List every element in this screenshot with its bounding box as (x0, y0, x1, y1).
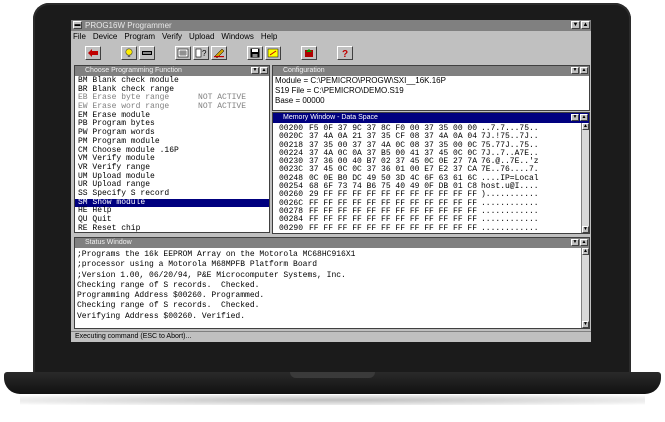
scroll-down-icon[interactable]: ▼ (582, 226, 589, 233)
device-icon[interactable] (139, 46, 155, 60)
memory-address: 00290 (279, 223, 304, 233)
menu-file[interactable]: File (73, 32, 86, 41)
maximize-icon[interactable]: ▲ (580, 114, 588, 121)
svg-text:?: ? (342, 49, 348, 58)
config-base-line: Base = 00000 (275, 96, 325, 105)
memory-window: Memory Window - Data Space ▼ ▲ 00200 F5 0… (272, 112, 590, 234)
status-window-title-text: Status Window (85, 239, 132, 246)
memory-scrollbar[interactable]: ▲ ▼ (581, 123, 589, 233)
menu-device[interactable]: Device (93, 32, 117, 41)
status-line: ;Programs the 16k EEPROM Array on the Mo… (77, 250, 356, 259)
maximize-icon[interactable]: ▲ (580, 239, 588, 246)
laptop-shadow (20, 395, 645, 405)
memory-dump: 00200 F5 0F 37 9C 37 8C F0 00 37 35 00 00… (273, 123, 589, 233)
memory-window-title: Memory Window - Data Space ▼ ▲ (273, 113, 589, 123)
memory-hex: FF FF FF FF FF FF FF FF FF FF FF FF (309, 223, 478, 233)
scroll-down-icon[interactable]: ▼ (582, 321, 589, 328)
lightbulb-icon[interactable] (121, 46, 137, 60)
minimize-icon[interactable]: ▼ (571, 114, 579, 121)
toolbar: ? ? (71, 43, 591, 63)
svg-text:?: ? (202, 49, 207, 58)
calculator-icon[interactable] (175, 46, 191, 60)
scroll-up-icon[interactable]: ▲ (582, 123, 589, 130)
open-icon[interactable] (301, 46, 317, 60)
menu-windows[interactable]: Windows (221, 32, 253, 41)
menu-verify[interactable]: Verify (162, 32, 182, 41)
config-module-line: Module = C:\PEMICRO\PROGW\SXI__16K.16P (275, 76, 446, 85)
system-menu-icon[interactable]: ▬ (73, 21, 82, 29)
minimize-icon[interactable]: ▼ (571, 239, 579, 246)
function-panel-title-text: Choose Programming Function (85, 67, 182, 74)
menu-help[interactable]: Help (261, 32, 277, 41)
function-panel: Choose Programming Function ▼ ▲ BM Blank… (74, 65, 270, 233)
status-window: Status Window ▼ ▲ ;Programs the 16k EEPR… (74, 237, 590, 329)
status-line: Checking range of S records. Checked. (77, 301, 260, 311)
configuration-panel-title-text: Configuration (283, 67, 325, 74)
maximize-icon[interactable]: ▲ (581, 21, 590, 29)
app-window: ▬ PROG16W Programmer ▼ ▲ File Device Pro… (71, 20, 591, 342)
maximize-icon[interactable]: ▲ (260, 67, 268, 74)
status-window-title: Status Window ▼ ▲ (75, 238, 589, 248)
config-s19-line: S19 File = C:\PEMICRO\DEMO.S19 (275, 86, 404, 95)
status-line: Verifying Address $00260. Verified. (77, 311, 246, 321)
question-icon[interactable]: ? (337, 46, 353, 60)
maximize-icon[interactable]: ▲ (580, 67, 588, 74)
menu-bar: File Device Program Verify Upload Window… (71, 31, 591, 42)
app-titlebar: ▬ PROG16W Programmer ▼ ▲ (71, 20, 591, 31)
memory-ascii: ............ (481, 223, 539, 233)
minimize-icon[interactable]: ▼ (251, 67, 259, 74)
sparkle-icon[interactable] (265, 46, 281, 60)
minimize-icon[interactable]: ▼ (571, 67, 579, 74)
status-line: Checking range of S records. Checked. (77, 280, 260, 290)
help-book-icon[interactable]: ? (193, 46, 209, 60)
configuration-panel-title: Configuration ▼ ▲ (273, 66, 589, 76)
status-line: ;Version 1.00, 06/20/94, P&E Microcomput… (77, 270, 346, 280)
configuration-panel: Configuration ▼ ▲ Module = C:\PEMICRO\PR… (272, 65, 590, 111)
red-arrow-icon[interactable] (85, 46, 101, 60)
minimize-icon[interactable]: ▼ (571, 21, 580, 29)
laptop-notch (290, 372, 375, 378)
function-item[interactable]: RE Reset chip (75, 224, 269, 232)
status-bar: Executing command (ESC to Abort)... (71, 331, 591, 342)
menu-upload[interactable]: Upload (189, 32, 214, 41)
menu-program[interactable]: Program (124, 32, 155, 41)
memory-row: 00290 FF FF FF FF FF FF FF FF FF FF FF FF… (273, 223, 589, 233)
status-line: ;processor using a Motorola M68MPFB Plat… (77, 260, 318, 270)
status-line: Programming Address $00260. Programmed. (77, 291, 265, 301)
status-scrollbar[interactable]: ▲ ▼ (581, 248, 589, 328)
memory-window-title-text: Memory Window - Data Space (283, 114, 378, 121)
function-list: BM Blank check module BR Blank check rang… (75, 76, 269, 232)
status-bar-text: Executing command (ESC to Abort)... (75, 333, 192, 340)
save-icon[interactable] (247, 46, 263, 60)
edit-icon[interactable] (211, 46, 227, 60)
app-title: PROG16W Programmer (85, 21, 172, 30)
status-log: ;Programs the 16k EEPROM Array on the Mo… (75, 248, 589, 322)
scroll-up-icon[interactable]: ▲ (582, 248, 589, 255)
function-panel-title: Choose Programming Function ▼ ▲ (75, 66, 269, 76)
